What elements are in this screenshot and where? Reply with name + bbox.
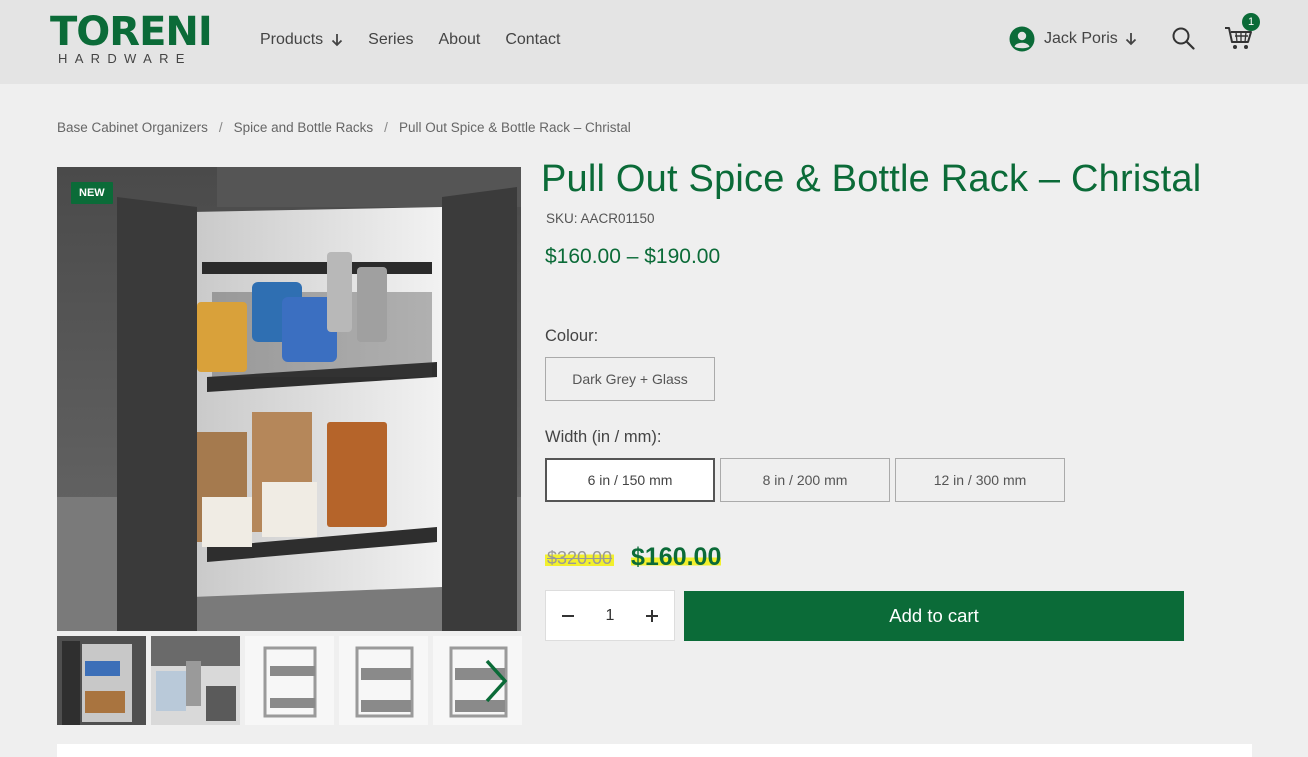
original-price: $320.00 [545,548,615,569]
logo-wordmark: TORENI [50,9,213,55]
width-label: Width (in / mm): [545,428,662,446]
main-nav: Products Series About Contact [260,30,585,50]
decrease-quantity-button[interactable] [546,591,590,640]
nav-item-about[interactable]: About [439,30,481,50]
nav-item-contact[interactable]: Contact [505,30,560,50]
colour-label: Colour: [545,327,599,345]
logo-tagline: HARDWARE [58,51,192,66]
breadcrumb-separator: / [384,120,388,135]
width-option-200mm[interactable]: 8 in / 200 mm [720,458,890,502]
thumbnail[interactable] [151,636,240,725]
breadcrumb-link[interactable]: Spice and Bottle Racks [234,120,374,135]
thumbnail[interactable] [57,636,146,725]
price-range: $160.00 – $190.00 [545,245,721,268]
arrow-down-icon [332,34,343,47]
arrow-down-icon [1125,33,1136,46]
quantity-input[interactable]: 1 [590,607,630,625]
product-title: Pull Out Spice & Bottle Rack – Christal [541,158,1202,200]
increase-quantity-button[interactable] [630,591,674,640]
quantity-stepper: 1 [545,590,675,641]
user-name: Jack Poris [1044,30,1118,47]
minus-icon [562,614,574,617]
chevron-right-icon[interactable] [482,658,510,704]
user-circle-icon [1009,26,1035,52]
width-option-300mm[interactable]: 12 in / 300 mm [895,458,1065,502]
user-menu[interactable]: Jack Poris [1009,26,1137,52]
search-icon[interactable] [1171,26,1195,50]
sale-price: $160.00 [631,543,722,572]
details-panel [57,744,1252,757]
thumbnail[interactable] [245,636,334,725]
cart-button[interactable]: 1 [1224,12,1260,52]
nav-item-label: Contact [505,31,561,48]
brand-logo[interactable]: TORENI HARDWARE [50,9,213,68]
breadcrumb-current: Pull Out Spice & Bottle Rack – Christal [398,120,631,135]
product-main-image[interactable]: NEW [57,167,521,631]
product-photo [57,167,521,631]
cart-count-badge: 1 [1242,13,1260,31]
site-header: TORENI HARDWARE Products Series About Co… [0,0,1308,84]
width-option-150mm[interactable]: 6 in / 150 mm [545,458,715,502]
breadcrumb: Base Cabinet Organizers / Spice and Bott… [57,120,631,135]
breadcrumb-link[interactable]: Base Cabinet Organizers [57,120,208,135]
thumbnail-strip [57,636,522,725]
plus-icon [646,609,658,622]
nav-item-label: About [438,31,481,48]
thumbnail[interactable] [339,636,428,725]
colour-option-dark-grey-glass[interactable]: Dark Grey + Glass [545,357,715,401]
nav-item-series[interactable]: Series [368,30,413,50]
breadcrumb-separator: / [218,120,223,135]
nav-item-products[interactable]: Products [260,30,343,50]
add-to-cart-button[interactable]: Add to cart [684,591,1184,641]
nav-item-label: Series [368,31,414,48]
product-sku: SKU: AACR01150 [546,211,655,226]
nav-item-label: Products [260,31,324,48]
new-badge: NEW [71,182,113,204]
